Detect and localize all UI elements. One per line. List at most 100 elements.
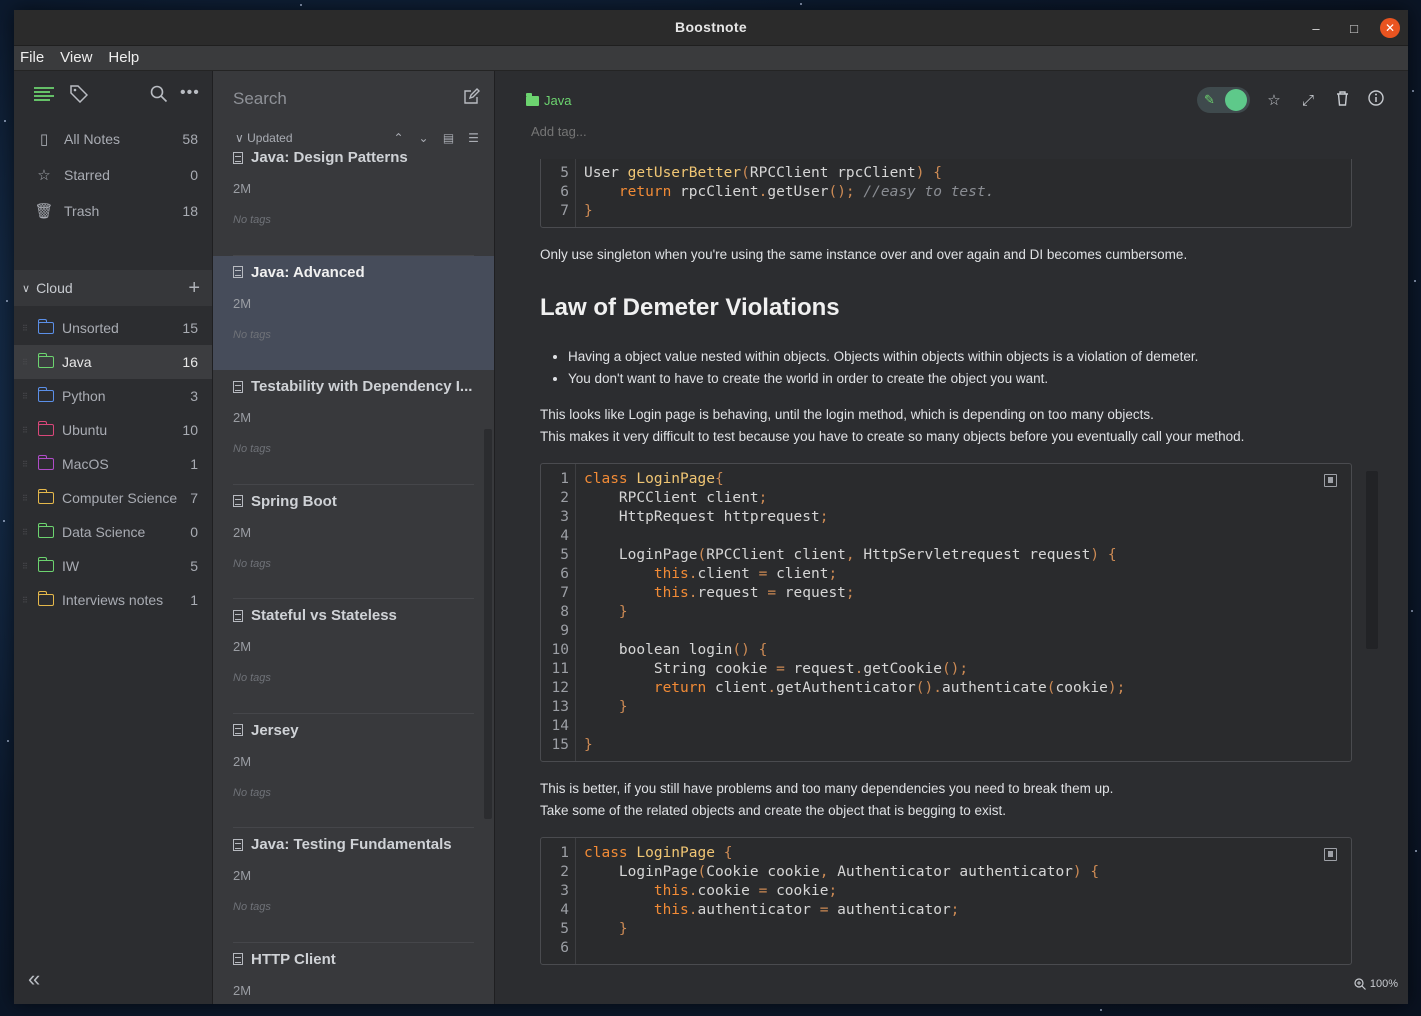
line-numbers: 1 2 3 4 5 6 7 8 9 10 11 12 13 14 15 (541, 464, 576, 761)
note-list-scrollbar[interactable] (484, 429, 492, 819)
folder-label: Python (62, 388, 106, 404)
note-item[interactable]: Java: Advanced 2M No tags (213, 255, 494, 370)
note-item[interactable]: Java: Testing Fundamentals 2M No tags (213, 828, 494, 943)
new-note-icon[interactable] (463, 88, 480, 110)
folder-path-label: Java (544, 93, 572, 108)
folder-path[interactable]: Java (526, 92, 572, 108)
line-number: 13 (551, 699, 569, 715)
folder-count: 5 (190, 558, 198, 574)
trash-icon[interactable] (1332, 90, 1352, 110)
storage-cloud[interactable]: ∨ Cloud + (14, 270, 212, 306)
zoom-icon (1354, 978, 1366, 990)
maximize-button[interactable]: □ (1342, 16, 1366, 40)
note-item[interactable]: Spring Boot 2M No tags (213, 485, 494, 599)
drag-handle-icon[interactable]: ⠿ (22, 392, 38, 401)
note-item[interactable]: Jersey 2M No tags (213, 714, 494, 828)
folder-item[interactable]: ⠿ Ubuntu 10 (14, 413, 212, 447)
line-number: 12 (551, 680, 569, 696)
folder-label: Java (62, 354, 92, 370)
folder-item[interactable]: ⠿ IW 5 (14, 549, 212, 583)
nav-trash[interactable]: 🗑 Trash 18 (14, 193, 212, 229)
drag-handle-icon[interactable]: ⠿ (22, 324, 38, 333)
drag-handle-icon[interactable]: ⠿ (22, 460, 38, 469)
folder-list: ⠿ Unsorted 15 ⠿ Java 16 ⠿ Python 3 ⠿ Ubuntu 10 ⠿ MacO… (14, 311, 212, 617)
search-input[interactable] (233, 89, 463, 109)
line-numbers: 5 6 7 (541, 159, 576, 227)
folder-item[interactable]: ⠿ Data Science 0 (14, 515, 212, 549)
more-icon[interactable]: ••• (180, 84, 200, 102)
note-item[interactable]: Java: Design Patterns 2M No tags (213, 141, 494, 256)
minimize-button[interactable]: – (1304, 16, 1328, 40)
line-number: 8 (560, 604, 569, 620)
note-title: Java: Advanced (251, 263, 365, 281)
fullscreen-icon[interactable]: ⤢ (1298, 92, 1318, 109)
notes-container: Java: Design Patterns 2M No tags Java: Adva… (213, 141, 494, 1004)
folder-item[interactable]: ⠿ Python 3 (14, 379, 212, 413)
line-number: 5 (560, 921, 569, 937)
nav-count: 0 (190, 167, 198, 183)
folder-count: 16 (182, 354, 198, 370)
note-tags: No tags (233, 328, 271, 341)
drag-handle-icon[interactable]: ⠿ (22, 562, 38, 571)
code-content: class LoginPage{ RPCClient client; HttpR… (584, 471, 1126, 753)
note-date: 2M (233, 181, 252, 196)
folder-item[interactable]: ⠿ MacOS 1 (14, 447, 212, 481)
line-number: 6 (560, 940, 569, 956)
note-item[interactable]: HTTP Client 2M (213, 943, 494, 1005)
note-icon (233, 266, 243, 278)
copy-icon[interactable] (1324, 848, 1337, 861)
list-view-icon[interactable] (34, 86, 54, 107)
note-date: 2M (233, 753, 252, 769)
drag-handle-icon[interactable]: ⠿ (22, 528, 38, 537)
folder-item[interactable]: ⠿ Unsorted 15 (14, 311, 212, 345)
drag-handle-icon[interactable]: ⠿ (22, 494, 38, 503)
star-icon[interactable]: ☆ (1264, 91, 1284, 109)
info-icon[interactable] (1366, 90, 1386, 110)
code-block: 5 6 7 User getUserBetter(RPCClient rpcClie… (540, 159, 1352, 228)
folder-icon (37, 353, 54, 368)
note-icon (233, 380, 243, 393)
drag-handle-icon[interactable]: ⠿ (22, 426, 38, 435)
nav-label: Trash (64, 203, 100, 219)
note-item[interactable]: Stateful vs Stateless 2M No tags (213, 599, 494, 714)
paragraph: This is better, if you still have proble… (540, 781, 1114, 796)
trash-icon: 🗑 (34, 203, 54, 220)
menu-file[interactable]: File (18, 46, 46, 70)
nav-all-notes[interactable]: ▯ All Notes 58 (14, 121, 212, 157)
section-heading: Law of Demeter Violations (540, 294, 840, 321)
line-number: 6 (560, 566, 569, 582)
note-date: 2M (233, 982, 252, 998)
folder-icon (37, 591, 54, 606)
code-content: class LoginPage { LoginPage(Cookie cooki… (584, 845, 1100, 937)
tag-icon[interactable] (70, 85, 89, 108)
menu-view[interactable]: View (58, 46, 94, 70)
folder-count: 3 (190, 388, 198, 404)
nav-starred[interactable]: ☆ Starred 0 (14, 157, 212, 193)
paragraph: This looks like Login page is behaving, … (540, 407, 1154, 422)
menu-help[interactable]: Help (106, 46, 141, 70)
code-content: User getUserBetter(RPCClient rpcClient) … (584, 165, 995, 219)
search-icon[interactable] (150, 85, 168, 108)
folder-item[interactable]: ⠿ Interviews notes 1 (14, 583, 212, 617)
folder-item[interactable]: ⠿ Java 16 (14, 345, 212, 379)
line-number: 5 (560, 547, 569, 563)
line-number: 10 (551, 642, 569, 658)
editor-scrollbar[interactable] (1366, 471, 1378, 649)
line-number: 1 (560, 845, 569, 861)
add-folder-icon[interactable]: + (188, 277, 200, 300)
zoom-control[interactable]: 100% (1354, 978, 1398, 990)
copy-icon[interactable] (1324, 474, 1337, 487)
collapse-sidebar-icon[interactable]: « (28, 966, 40, 992)
add-tag-input[interactable] (531, 124, 731, 139)
editor: Java ✎ ☆ ⤢ (495, 71, 1408, 1004)
bullet-list: Having a object value nested within obje… (540, 346, 1352, 390)
note-title: Jersey (251, 721, 299, 739)
close-button[interactable]: ✕ (1380, 18, 1400, 38)
folder-item[interactable]: ⠿ Computer Science 7 (14, 481, 212, 515)
zoom-level: 100% (1369, 978, 1398, 990)
note-item[interactable]: Testability with Dependency I... 2M No tag… (213, 370, 494, 485)
folder-label: Data Science (62, 524, 146, 540)
edit-mode-toggle[interactable]: ✎ (1197, 87, 1250, 113)
drag-handle-icon[interactable]: ⠿ (22, 596, 38, 605)
drag-handle-icon[interactable]: ⠿ (22, 358, 38, 367)
